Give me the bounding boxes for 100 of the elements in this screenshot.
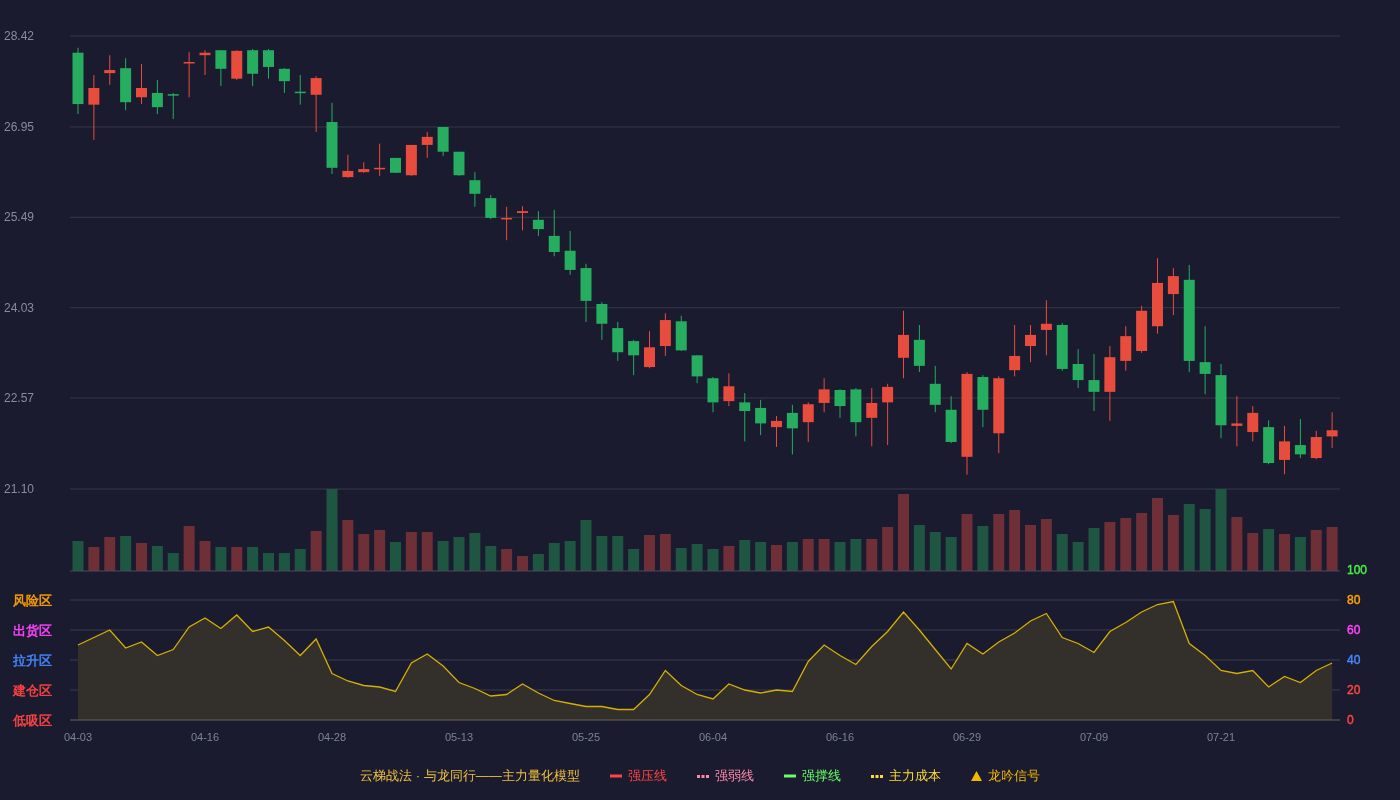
candlestick — [310, 75, 322, 133]
volume-bar — [834, 542, 846, 571]
candlestick — [977, 374, 989, 428]
legend-title: 云梯战法 · 与龙同行——主力量化模型 — [360, 767, 580, 786]
volume-bar — [1310, 530, 1322, 571]
volume-bar — [1088, 528, 1100, 571]
volume-bar — [1136, 513, 1148, 571]
candlestick — [1072, 348, 1084, 389]
volume-bar — [390, 542, 401, 571]
volume-bar — [707, 549, 719, 571]
volume-bar — [1231, 517, 1243, 571]
volume-bar — [612, 536, 624, 571]
candlestick — [1231, 395, 1243, 447]
legend-label: 主力成本 — [888, 767, 941, 786]
candlestick — [104, 54, 116, 86]
volume-bar — [247, 547, 259, 571]
volume-bar — [771, 545, 782, 571]
volume-bar — [469, 533, 481, 571]
volume-bar — [691, 544, 703, 571]
volume-bar — [1009, 510, 1021, 571]
axis-label: 20 — [1347, 683, 1361, 697]
date-label: 05-25 — [571, 731, 601, 743]
axis-label: 40 — [1347, 653, 1361, 667]
candlestick — [659, 312, 671, 357]
date-label: 07-21 — [1206, 731, 1236, 743]
volume-bar — [120, 536, 132, 571]
axis-label: 0 — [1347, 713, 1354, 727]
volume-bar — [1279, 534, 1290, 571]
volume-bar — [421, 532, 433, 571]
price-label: 24.03 — [4, 300, 35, 315]
candlestick — [739, 392, 751, 442]
candlestick — [278, 67, 290, 94]
volume-bar — [1072, 542, 1084, 571]
price-label: 22.57 — [4, 391, 35, 406]
candlestick — [771, 415, 782, 448]
candlestick — [1040, 299, 1052, 356]
candlestick — [120, 57, 132, 111]
volume-bar — [675, 548, 687, 571]
candlestick — [1310, 430, 1322, 460]
candlestick — [294, 74, 306, 106]
date-label: 04-16 — [190, 731, 220, 743]
volume-bar — [739, 540, 751, 571]
candlestick — [390, 157, 401, 174]
volume-bar — [1183, 504, 1195, 571]
volume-bar — [596, 536, 608, 571]
volume-bar — [644, 535, 655, 571]
axis-label: 60 — [1347, 623, 1361, 637]
candlestick — [532, 210, 544, 237]
date-label: 05-13 — [444, 731, 474, 743]
volume-bar — [263, 553, 274, 571]
candlestick — [755, 399, 767, 436]
candlestick — [1247, 405, 1259, 442]
legend-label: 强弱线 — [714, 767, 754, 786]
volume-bar — [136, 543, 147, 571]
volume-bar — [517, 556, 528, 571]
volume-bar — [183, 526, 195, 571]
volume-bar — [342, 520, 354, 571]
volume-bar — [1326, 527, 1338, 571]
candlestick — [72, 47, 84, 115]
volume-bar — [786, 542, 798, 571]
axis-label: 80 — [1347, 593, 1361, 607]
zone-label: 风险区 — [13, 593, 52, 608]
volume-bar — [723, 546, 735, 571]
candlestick — [644, 330, 655, 369]
volume-bar — [802, 539, 814, 571]
zone-label: 低吸区 — [13, 713, 52, 728]
volume-bar — [1167, 515, 1179, 571]
candlestick — [850, 387, 862, 437]
volume-bar — [755, 542, 767, 571]
volume-bar — [1199, 509, 1211, 571]
volume-bar — [532, 554, 544, 571]
price-label: 28.42 — [4, 29, 35, 43]
volume-bar — [913, 525, 925, 571]
date-label: 06-29 — [952, 731, 982, 743]
candlestick — [1279, 425, 1290, 475]
candlestick — [358, 161, 370, 174]
candlestick — [231, 49, 243, 81]
volume-bar — [929, 532, 941, 571]
candlestick — [945, 395, 957, 444]
volume-bar — [580, 520, 592, 571]
candlestick — [612, 321, 624, 362]
date-label: 04-03 — [63, 731, 93, 743]
date-label: 06-16 — [825, 731, 855, 743]
volume-bar — [818, 539, 830, 571]
volume-bar — [437, 541, 449, 571]
zone-label: 拉升区 — [13, 653, 52, 668]
volume-bar — [1247, 533, 1259, 571]
candlestick — [215, 49, 227, 87]
candlestick — [628, 339, 640, 376]
candlestick — [564, 230, 576, 276]
volume-bar — [104, 537, 116, 571]
candlestick — [707, 376, 719, 413]
volume-bar — [866, 539, 878, 571]
candlestick — [1025, 324, 1036, 363]
candlestick — [151, 79, 163, 115]
volume-bar — [961, 514, 973, 571]
candlestick — [421, 131, 433, 159]
candlestick — [469, 171, 481, 208]
volume-bar — [1120, 518, 1132, 571]
axis-label: 100 — [1347, 563, 1368, 577]
